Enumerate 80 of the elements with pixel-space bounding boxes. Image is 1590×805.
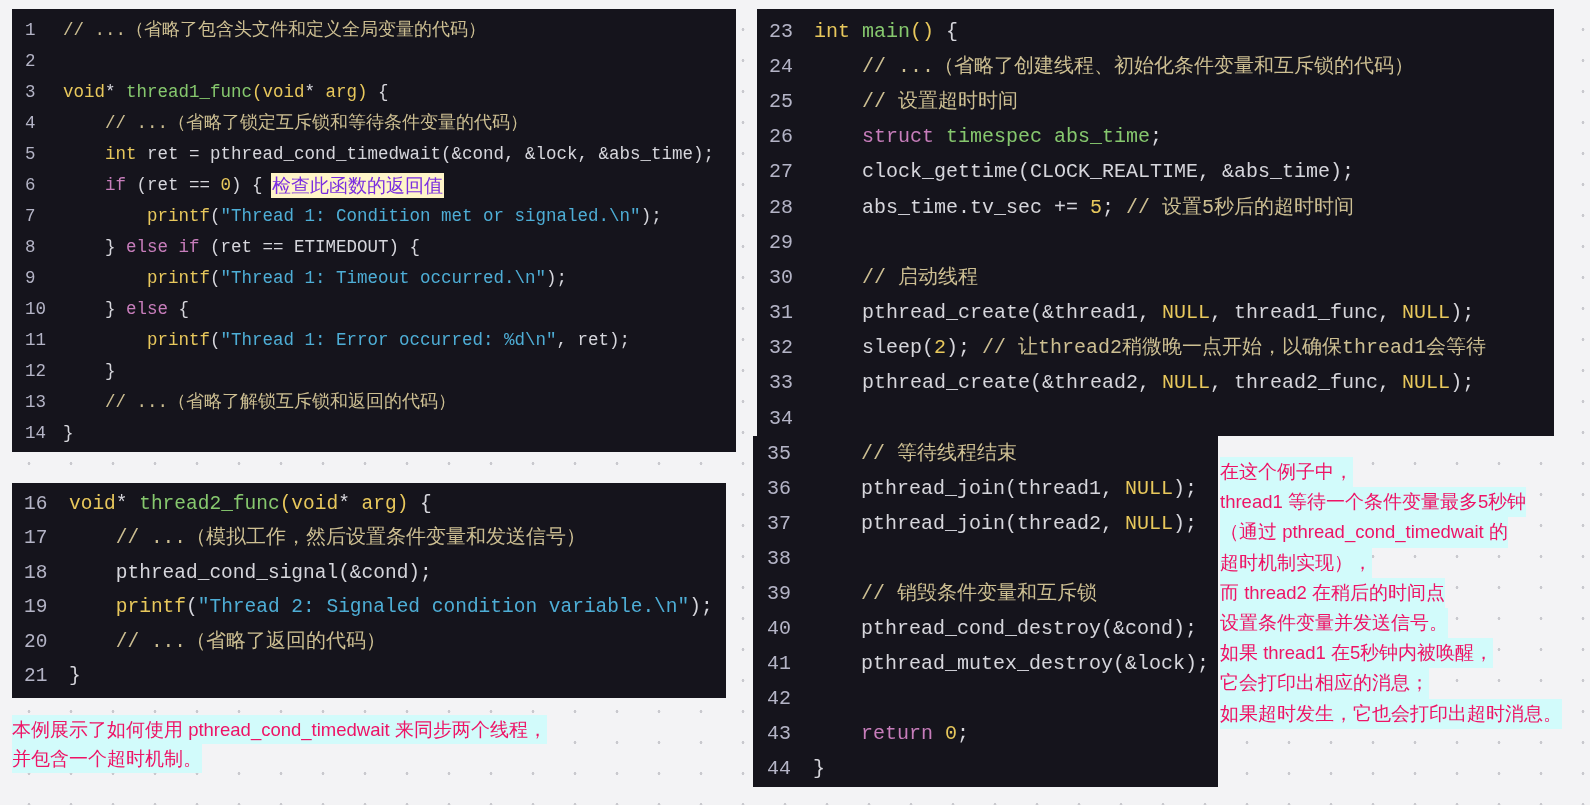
line-number: 17 — [23, 526, 49, 552]
line-number: 30 — [768, 264, 794, 291]
code-line: if (ret == 0) { — [104, 174, 263, 198]
line-number: 7 — [24, 205, 37, 229]
code-line: struct timespec abs_time; — [861, 124, 1163, 151]
code-line: int ret = pthread_cond_timedwait(&cond, &lock, &abs_time); — [104, 143, 715, 167]
line-number: 28 — [768, 194, 794, 221]
line-number: 32 — [768, 335, 794, 362]
line-number: 21 — [23, 664, 49, 690]
code-line: void* thread1_func(void* arg) { — [63, 81, 389, 105]
line-number: 25 — [768, 88, 794, 115]
code-line: pthread_join(thread2, NULL); — [860, 510, 1198, 537]
code-line: // 销毁条件变量和互斥锁 — [860, 580, 1097, 607]
code-line: pthread_create(&thread2, NULL, thread2_func, NULL); — [861, 370, 1475, 397]
code-line: } — [69, 664, 81, 690]
code-line: int main() { — [814, 18, 959, 45]
line-number: 39 — [766, 580, 792, 607]
line-number: 37 — [766, 510, 792, 537]
line-number: 29 — [768, 229, 794, 256]
line-number: 35 — [766, 440, 792, 467]
line-number: 6 — [24, 174, 37, 198]
code-line: // ...（省略了创建线程、初始化条件变量和互斥锁的代码） — [861, 53, 1415, 80]
line-number: 11 — [24, 329, 47, 353]
line-number: 8 — [24, 236, 37, 260]
line-number: 18 — [23, 560, 49, 586]
code-line: abs_time.tv_sec += 5; // 设置5秒后的超时时间 — [861, 194, 1355, 221]
code-line: } — [104, 360, 116, 384]
line-number: 27 — [768, 159, 794, 186]
line-number: 42 — [766, 685, 792, 712]
code-line: pthread_join(thread1, NULL); — [860, 475, 1198, 502]
line-number: 16 — [23, 491, 49, 517]
line-number: 12 — [24, 360, 47, 384]
line-number: 2 — [24, 50, 37, 74]
line-number: 1 — [24, 19, 37, 43]
code-line: // 等待线程结束 — [860, 440, 1017, 467]
line-number: 36 — [766, 475, 792, 502]
line-number: 20 — [23, 629, 49, 655]
code-line: // 启动线程 — [861, 264, 978, 291]
line-number: 41 — [766, 650, 792, 677]
line-number: 14 — [24, 422, 47, 446]
code-line: void* thread2_func(void* arg) { — [69, 491, 432, 517]
annotation-label: 检查此函数的返回值 — [270, 173, 444, 198]
code-line: // ...（省略了包含头文件和定义全局变量的代码） — [63, 19, 486, 43]
line-number: 44 — [766, 755, 792, 782]
line-number: 9 — [24, 267, 37, 291]
line-number: 34 — [768, 405, 794, 432]
line-number: 31 — [768, 300, 794, 327]
line-number: 5 — [24, 143, 37, 167]
line-number: 10 — [24, 298, 47, 322]
code-line: } else { — [104, 298, 190, 322]
line-number: 43 — [766, 720, 792, 747]
code-line: } — [63, 422, 74, 446]
line-number: 4 — [24, 112, 37, 136]
code-line: pthread_mutex_destroy(&lock); — [860, 650, 1210, 677]
code-line: } — [813, 755, 825, 782]
line-number: 19 — [23, 595, 49, 621]
line-number: 13 — [24, 391, 47, 415]
line-number: 40 — [766, 615, 792, 642]
code-line: sleep(2); // 让thread2稍微晚一点开始，以确保thread1会等待 — [861, 335, 1487, 362]
code-line: printf("Thread 1: Error occurred: %d\n", ret); — [146, 329, 631, 353]
code-line: pthread_create(&thread1, NULL, thread1_func, NULL); — [861, 300, 1475, 327]
line-number: 24 — [768, 53, 794, 80]
code-line: // 设置超时时间 — [861, 88, 1018, 115]
code-line: printf("Thread 1: Condition met or signaled.\n"); — [146, 205, 662, 229]
code-line: // ...（模拟工作，然后设置条件变量和发送信号） — [114, 525, 587, 552]
line-number: 33 — [768, 370, 794, 397]
code-line: pthread_cond_signal(&cond); — [114, 560, 432, 586]
code-line: // ...（省略了返回的代码） — [114, 629, 387, 655]
code-line: } else if (ret == ETIMEDOUT) { — [104, 236, 421, 260]
line-number: 23 — [768, 18, 794, 45]
code-line: clock_gettime(CLOCK_REALTIME, &abs_time); — [861, 159, 1355, 186]
code-line: // ...（省略了锁定互斥锁和等待条件变量的代码） — [104, 112, 529, 136]
code-line: return 0; — [860, 720, 970, 747]
line-number: 26 — [768, 124, 794, 151]
line-number: 38 — [766, 545, 792, 572]
code-line: printf("Thread 2: Signaled condition variable.\n"); — [114, 595, 713, 621]
code-line: pthread_cond_destroy(&cond); — [860, 615, 1198, 642]
code-line: // ...（省略了解锁互斥锁和返回的代码） — [104, 391, 457, 415]
code-line: printf("Thread 1: Timeout occurred.\n"); — [146, 267, 568, 291]
line-number: 3 — [24, 81, 37, 105]
